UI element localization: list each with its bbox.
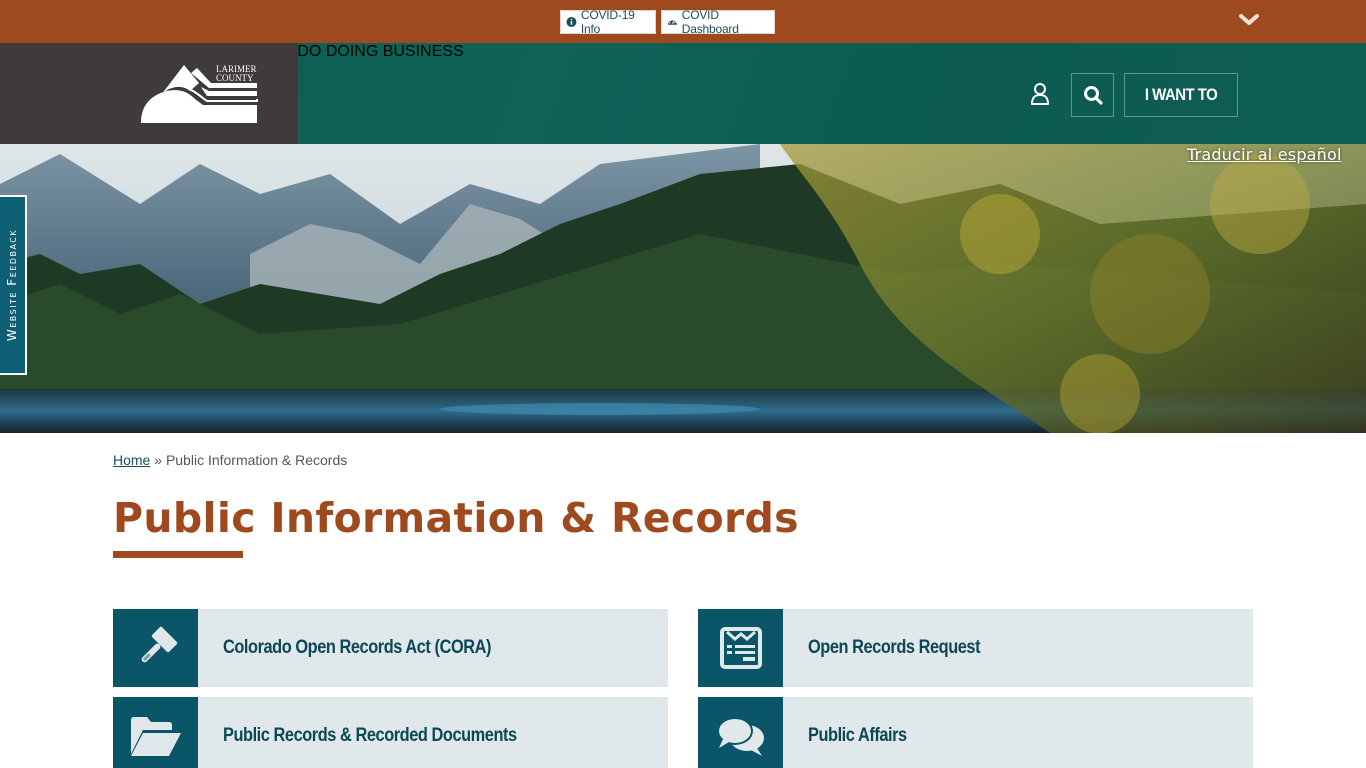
i-want-to-label: I WANT TO bbox=[1144, 85, 1218, 104]
alert-toggle-button[interactable] bbox=[1236, 10, 1262, 30]
site-header: LARIMER COUNTY I'M A LOCAL OUR COUNTY TH… bbox=[0, 43, 1366, 144]
card-cora[interactable]: Colorado Open Records Act (CORA) bbox=[113, 609, 668, 687]
breadcrumb-current: Public Information & Records bbox=[165, 452, 348, 468]
i-want-to-button[interactable]: I WANT TO bbox=[1124, 73, 1238, 117]
card-open-records-request[interactable]: Open Records Request bbox=[698, 609, 1253, 687]
account-button[interactable] bbox=[1028, 81, 1052, 107]
form-envelope-icon bbox=[719, 627, 762, 669]
info-circle-icon bbox=[566, 17, 577, 27]
hero-banner bbox=[0, 144, 1366, 433]
larimer-county-logo: LARIMER COUNTY bbox=[141, 64, 258, 123]
card-icon-box bbox=[698, 609, 783, 687]
covid-dashboard-link[interactable]: COVID Dashboard bbox=[661, 8, 775, 36]
alert-bar: COVID-19 Info COVID Dashboard bbox=[0, 0, 1366, 43]
page-title: Public Information & Records bbox=[113, 494, 799, 542]
nav-doing-business[interactable]: DOING BUSINESS bbox=[326, 43, 464, 60]
card-icon-box bbox=[113, 697, 198, 768]
search-icon bbox=[1083, 86, 1103, 105]
breadcrumb: Home » Public Information & Records bbox=[113, 452, 347, 468]
title-underline bbox=[113, 551, 243, 558]
hero-landscape-image bbox=[0, 144, 1366, 433]
dashboard-gauge-icon bbox=[667, 18, 677, 25]
card-public-records[interactable]: Public Records & Recorded Documents bbox=[113, 697, 668, 768]
card-label: Open Records Request bbox=[808, 637, 981, 658]
folder-open-icon bbox=[130, 717, 181, 756]
website-feedback-tab[interactable]: Website Feedback bbox=[0, 195, 27, 375]
translate-link[interactable]: Traducir al español bbox=[1187, 145, 1342, 164]
covid-dashboard-label: COVID Dashboard bbox=[681, 8, 739, 36]
chevron-down-icon bbox=[1239, 14, 1259, 25]
website-feedback-label: Website Feedback bbox=[5, 228, 20, 342]
gavel-icon bbox=[141, 626, 177, 663]
user-icon bbox=[1031, 83, 1049, 105]
comments-icon bbox=[716, 717, 764, 756]
card-label: Public Affairs bbox=[808, 725, 907, 746]
card-label: Public Records & Recorded Documents bbox=[223, 725, 517, 746]
logo-text-county: COUNTY bbox=[216, 73, 254, 83]
covid-info-link[interactable]: COVID-19 Info bbox=[560, 8, 656, 36]
card-public-affairs[interactable]: Public Affairs bbox=[698, 697, 1253, 768]
card-label: Colorado Open Records Act (CORA) bbox=[223, 637, 491, 658]
search-button[interactable] bbox=[1071, 73, 1114, 117]
breadcrumb-separator: » bbox=[154, 452, 163, 468]
covid-info-label: COVID-19 Info bbox=[580, 8, 635, 36]
card-icon-box bbox=[113, 609, 198, 687]
card-icon-box bbox=[698, 697, 783, 768]
breadcrumb-home-link[interactable]: Home bbox=[113, 452, 150, 468]
logo-link[interactable]: LARIMER COUNTY bbox=[0, 43, 298, 144]
